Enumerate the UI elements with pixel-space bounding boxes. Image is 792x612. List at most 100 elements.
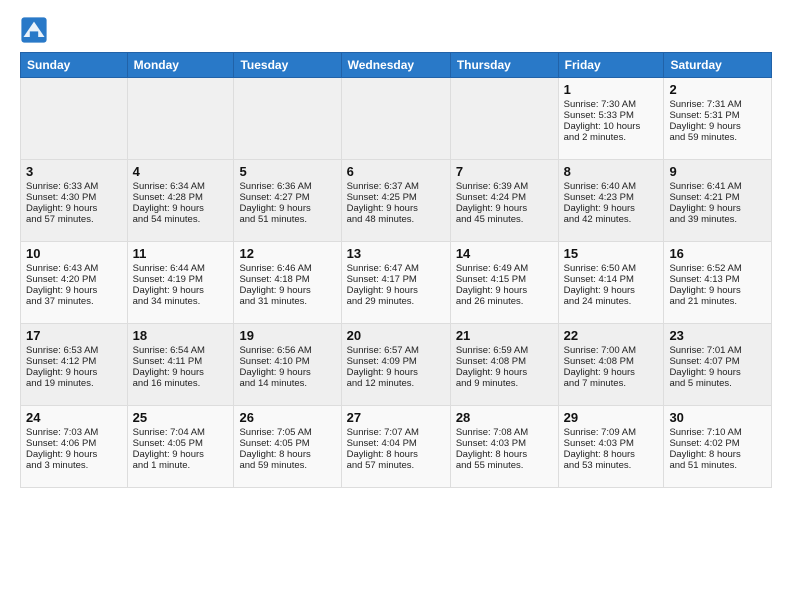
day-info: and 12 minutes. (347, 378, 445, 389)
day-info: Sunrise: 6:59 AM (456, 345, 553, 356)
day-info: and 5 minutes. (669, 378, 766, 389)
day-info: Sunrise: 7:31 AM (669, 99, 766, 110)
calendar-cell (127, 78, 234, 160)
calendar-cell (450, 78, 558, 160)
day-info: and 37 minutes. (26, 296, 122, 307)
day-info: and 26 minutes. (456, 296, 553, 307)
day-number: 22 (564, 328, 659, 343)
calendar-cell: 28Sunrise: 7:08 AMSunset: 4:03 PMDayligh… (450, 406, 558, 488)
day-info: Daylight: 9 hours (347, 367, 445, 378)
day-info: Sunset: 4:30 PM (26, 192, 122, 203)
day-info: and 34 minutes. (133, 296, 229, 307)
day-info: and 14 minutes. (239, 378, 335, 389)
logo (20, 16, 52, 44)
day-info: Sunrise: 7:05 AM (239, 427, 335, 438)
day-info: Daylight: 9 hours (133, 449, 229, 460)
day-info: and 1 minute. (133, 460, 229, 471)
day-info: Sunrise: 6:37 AM (347, 181, 445, 192)
day-info: Daylight: 9 hours (456, 367, 553, 378)
day-info: and 48 minutes. (347, 214, 445, 225)
day-info: Sunset: 4:21 PM (669, 192, 766, 203)
day-info: Sunrise: 6:33 AM (26, 181, 122, 192)
day-number: 8 (564, 164, 659, 179)
day-info: Sunset: 4:19 PM (133, 274, 229, 285)
day-info: Sunset: 4:05 PM (239, 438, 335, 449)
day-number: 10 (26, 246, 122, 261)
calendar-cell: 19Sunrise: 6:56 AMSunset: 4:10 PMDayligh… (234, 324, 341, 406)
day-info: Sunrise: 6:49 AM (456, 263, 553, 274)
day-info: and 21 minutes. (669, 296, 766, 307)
day-info: and 19 minutes. (26, 378, 122, 389)
day-info: Sunrise: 6:54 AM (133, 345, 229, 356)
day-info: Sunset: 4:02 PM (669, 438, 766, 449)
day-info: Daylight: 9 hours (239, 203, 335, 214)
day-info: and 31 minutes. (239, 296, 335, 307)
calendar-cell: 15Sunrise: 6:50 AMSunset: 4:14 PMDayligh… (558, 242, 664, 324)
day-info: Sunrise: 6:41 AM (669, 181, 766, 192)
calendar: SundayMondayTuesdayWednesdayThursdayFrid… (20, 52, 772, 488)
calendar-cell: 3Sunrise: 6:33 AMSunset: 4:30 PMDaylight… (21, 160, 128, 242)
day-info: Sunset: 4:07 PM (669, 356, 766, 367)
day-info: and 45 minutes. (456, 214, 553, 225)
day-info: Sunrise: 6:50 AM (564, 263, 659, 274)
day-info: Sunrise: 7:00 AM (564, 345, 659, 356)
calendar-cell (341, 78, 450, 160)
day-info: Daylight: 9 hours (564, 203, 659, 214)
day-number: 9 (669, 164, 766, 179)
calendar-row-0: 1Sunrise: 7:30 AMSunset: 5:33 PMDaylight… (21, 78, 772, 160)
day-info: and 54 minutes. (133, 214, 229, 225)
day-info: Sunrise: 7:07 AM (347, 427, 445, 438)
day-info: Sunset: 4:28 PM (133, 192, 229, 203)
calendar-row-3: 17Sunrise: 6:53 AMSunset: 4:12 PMDayligh… (21, 324, 772, 406)
day-info: and 59 minutes. (669, 132, 766, 143)
day-info: Sunset: 4:20 PM (26, 274, 122, 285)
day-info: Daylight: 8 hours (239, 449, 335, 460)
day-info: Daylight: 8 hours (564, 449, 659, 460)
weekday-header-tuesday: Tuesday (234, 53, 341, 78)
day-info: Daylight: 9 hours (456, 285, 553, 296)
weekday-header-wednesday: Wednesday (341, 53, 450, 78)
calendar-cell: 18Sunrise: 6:54 AMSunset: 4:11 PMDayligh… (127, 324, 234, 406)
calendar-cell: 14Sunrise: 6:49 AMSunset: 4:15 PMDayligh… (450, 242, 558, 324)
calendar-cell: 17Sunrise: 6:53 AMSunset: 4:12 PMDayligh… (21, 324, 128, 406)
day-info: Sunrise: 6:34 AM (133, 181, 229, 192)
calendar-header: SundayMondayTuesdayWednesdayThursdayFrid… (21, 53, 772, 78)
calendar-cell (234, 78, 341, 160)
day-info: Daylight: 9 hours (669, 367, 766, 378)
day-info: and 16 minutes. (133, 378, 229, 389)
day-info: Daylight: 9 hours (239, 367, 335, 378)
calendar-cell: 20Sunrise: 6:57 AMSunset: 4:09 PMDayligh… (341, 324, 450, 406)
calendar-cell: 4Sunrise: 6:34 AMSunset: 4:28 PMDaylight… (127, 160, 234, 242)
weekday-header-saturday: Saturday (664, 53, 772, 78)
calendar-cell: 29Sunrise: 7:09 AMSunset: 4:03 PMDayligh… (558, 406, 664, 488)
day-info: Sunset: 4:18 PM (239, 274, 335, 285)
day-number: 13 (347, 246, 445, 261)
day-info: and 7 minutes. (564, 378, 659, 389)
day-number: 23 (669, 328, 766, 343)
day-info: and 9 minutes. (456, 378, 553, 389)
day-info: Sunset: 4:27 PM (239, 192, 335, 203)
day-info: Sunrise: 6:47 AM (347, 263, 445, 274)
calendar-row-2: 10Sunrise: 6:43 AMSunset: 4:20 PMDayligh… (21, 242, 772, 324)
day-info: Daylight: 9 hours (564, 285, 659, 296)
calendar-cell: 26Sunrise: 7:05 AMSunset: 4:05 PMDayligh… (234, 406, 341, 488)
day-number: 19 (239, 328, 335, 343)
day-number: 18 (133, 328, 229, 343)
day-info: Daylight: 9 hours (133, 367, 229, 378)
day-info: Daylight: 9 hours (669, 203, 766, 214)
day-info: Sunrise: 6:39 AM (456, 181, 553, 192)
day-info: Daylight: 8 hours (456, 449, 553, 460)
day-info: Daylight: 8 hours (669, 449, 766, 460)
day-info: Sunset: 4:05 PM (133, 438, 229, 449)
calendar-cell: 24Sunrise: 7:03 AMSunset: 4:06 PMDayligh… (21, 406, 128, 488)
calendar-cell: 23Sunrise: 7:01 AMSunset: 4:07 PMDayligh… (664, 324, 772, 406)
weekday-header-sunday: Sunday (21, 53, 128, 78)
day-info: and 55 minutes. (456, 460, 553, 471)
day-info: Sunrise: 6:57 AM (347, 345, 445, 356)
header (20, 16, 772, 44)
logo-icon (20, 16, 48, 44)
day-info: Sunrise: 6:53 AM (26, 345, 122, 356)
day-info: Sunset: 4:08 PM (456, 356, 553, 367)
day-number: 12 (239, 246, 335, 261)
weekday-header-monday: Monday (127, 53, 234, 78)
